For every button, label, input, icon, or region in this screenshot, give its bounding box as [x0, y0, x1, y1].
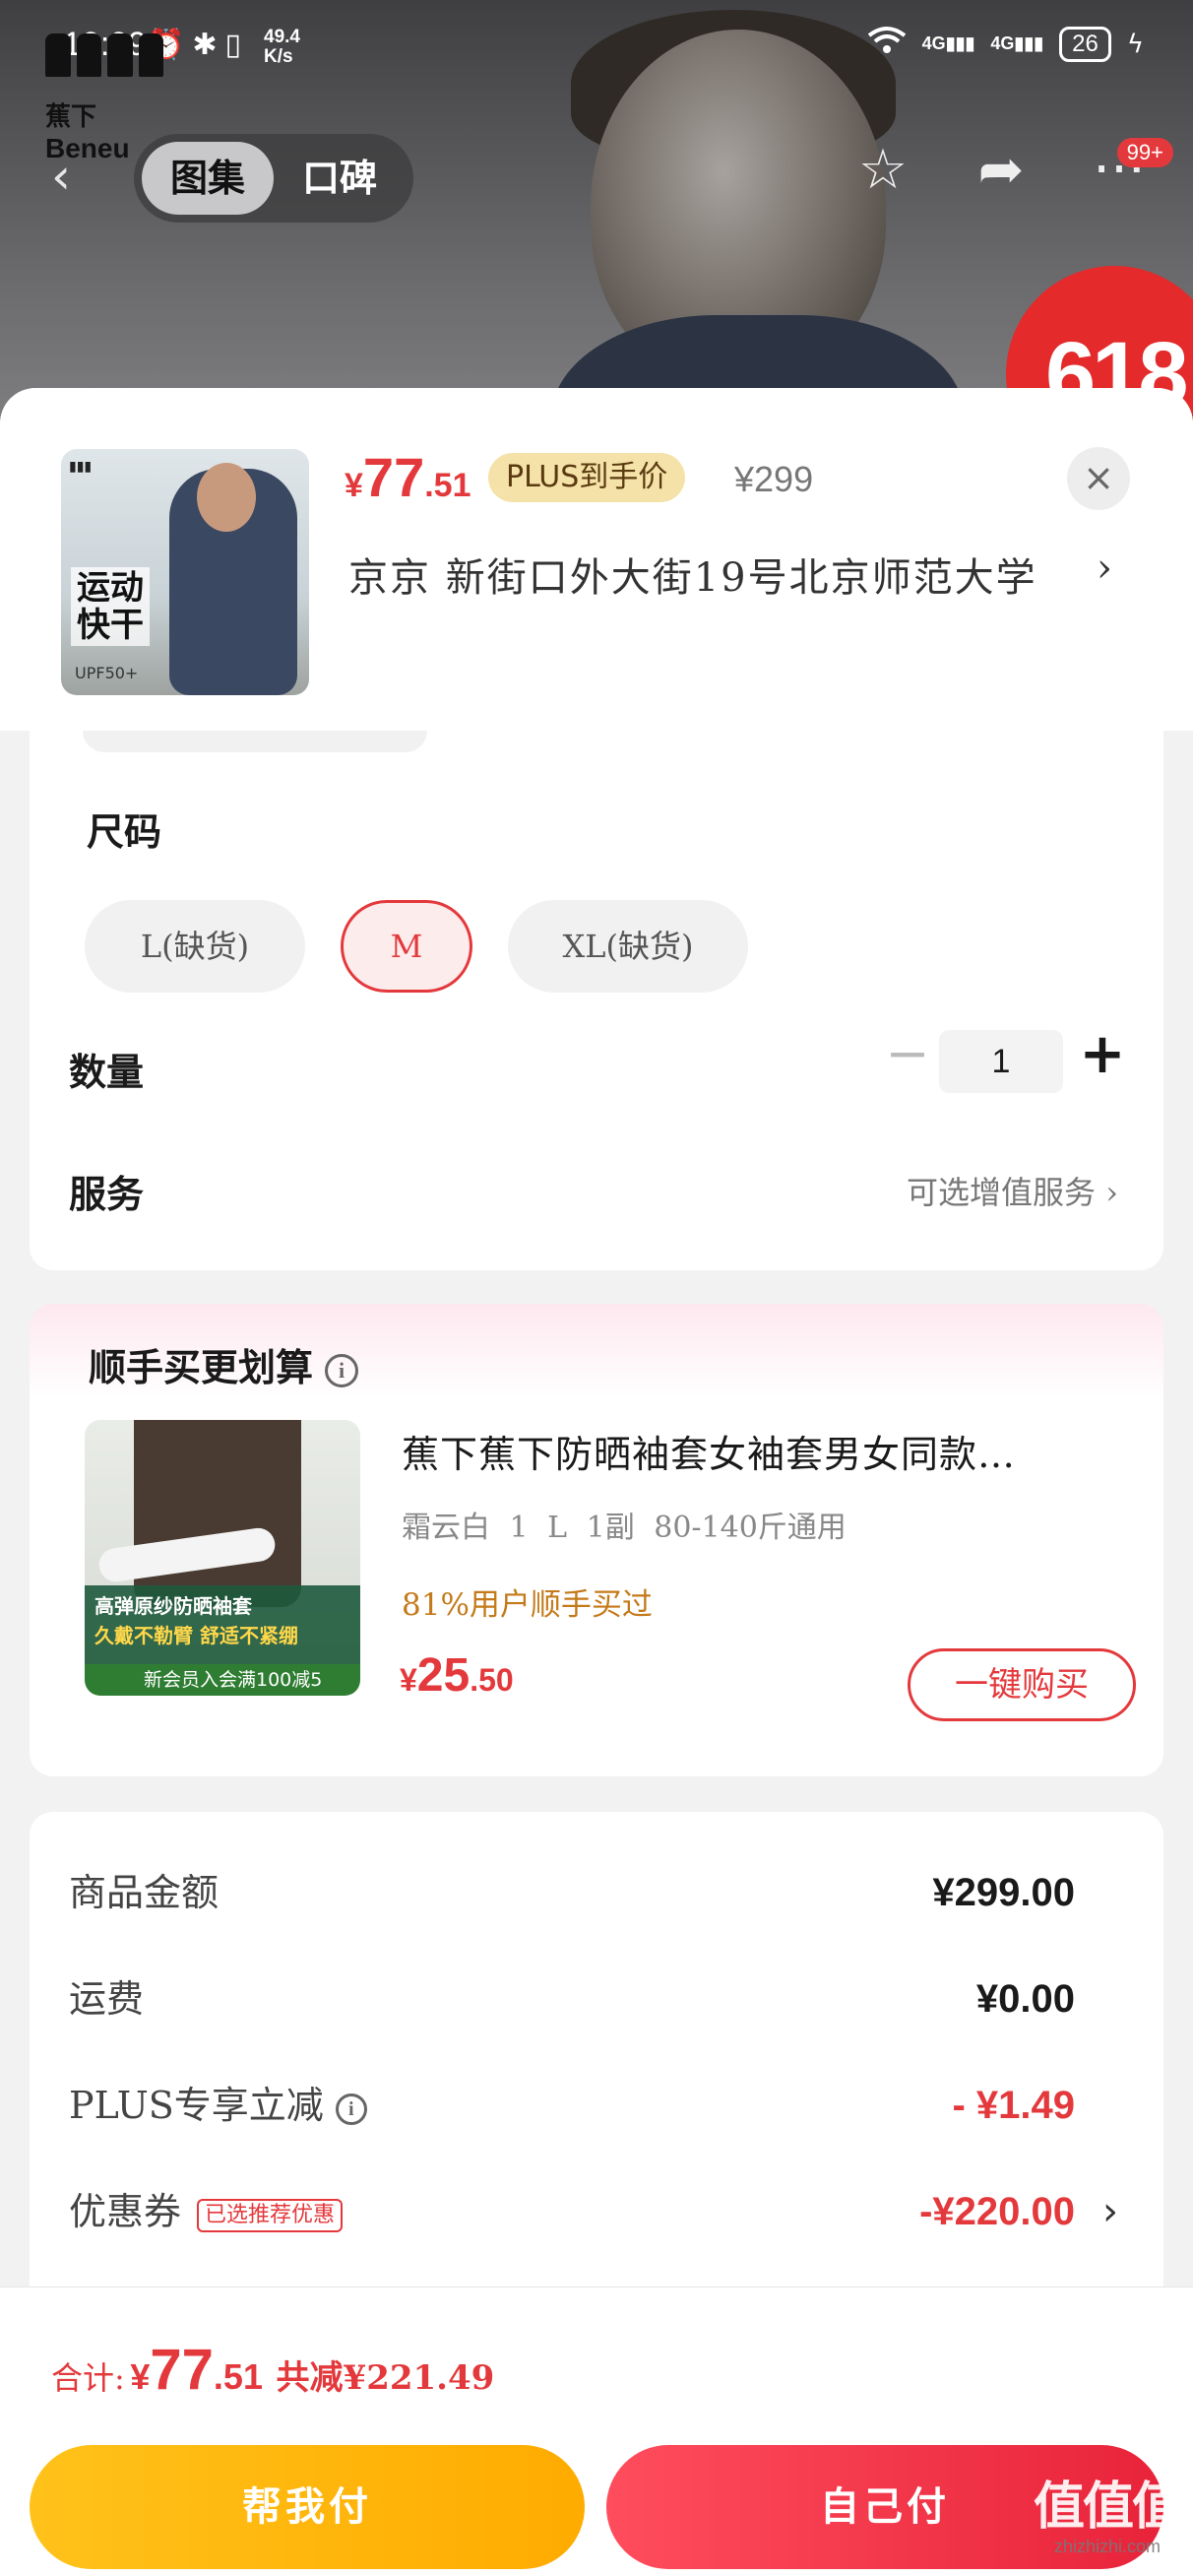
favorite-star-icon[interactable]: ☆ — [848, 138, 917, 202]
plus-price-tag: PLUS到手价 — [488, 453, 686, 502]
one-click-buy-button[interactable]: 一键购买 — [908, 1648, 1136, 1721]
price-row-shipping: 运费 ¥0.00 — [69, 1977, 1075, 2021]
size-option-m[interactable]: M — [341, 900, 472, 993]
total-saved: 共减¥221.49 — [276, 2358, 495, 2398]
tab-reviews[interactable]: 口碑 — [274, 142, 406, 215]
price-row-coupon[interactable]: 优惠券 已选推荐优惠 -¥220.00 › — [69, 2182, 1124, 2241]
bundle-product-name[interactable]: 蕉下蕉下防晒袖套女袖套男女同款… — [402, 1424, 1130, 1478]
chevron-right-icon: › — [1102, 2189, 1118, 2234]
thumb-brand-icon: ▮▮▮ — [69, 459, 93, 475]
size-option-xl[interactable]: XL(缺货) — [508, 900, 748, 993]
status-icons-right: 4G▮▮▮ 4G▮▮▮ 26 ϟ — [867, 26, 1144, 62]
size-option-l[interactable]: L(缺货) — [85, 900, 305, 993]
brand-mark-icon — [45, 33, 163, 77]
brand-name-cn: 蕉下 — [45, 102, 97, 132]
coupon-recommended-tag: 已选推荐优惠 — [197, 2198, 344, 2232]
media-tab-switcher: 图集 口碑 — [134, 134, 413, 223]
help-pay-button[interactable]: 帮我付 — [30, 2445, 585, 2569]
purchase-sheet: ▮▮▮ 运动 快干 UPF50+ ¥77.51 PLUS到手价 ¥299 × 京京… — [0, 388, 1193, 2576]
info-icon[interactable]: i — [335, 2093, 367, 2125]
thumb-upf: UPF50+ — [75, 664, 139, 682]
speed-unit: K/s — [264, 46, 293, 67]
price-row-plus-discount: PLUS专享立减 i - ¥1.49 — [69, 2084, 1075, 2127]
spec-card: 尺码 L(缺货) M XL(缺货) 数量 − 1 + 服务 可选增值服务 › — [30, 731, 1163, 1270]
bundle-product-image[interactable]: 高弹原纱防晒袖套 久戴不勒臂 舒适不紧绷 新会员入会满100减5 — [85, 1420, 360, 1696]
network-speed: 49.4 K/s — [264, 28, 300, 67]
speed-value: 49.4 — [264, 27, 300, 47]
bundle-price: ¥25.50 — [400, 1649, 514, 1702]
signal-icon-2: 4G▮▮▮ — [990, 33, 1044, 53]
tab-gallery[interactable]: 图集 — [142, 142, 274, 215]
color-option-partial[interactable] — [83, 731, 427, 752]
top-actions: ☆ ➦ ··· — [848, 138, 1154, 202]
watermark-logo: 值值值 zhizhizhi.com — [1033, 2478, 1183, 2556]
quantity-decrease-button[interactable]: − — [878, 1026, 937, 1085]
wifi-icon — [867, 26, 907, 62]
total-summary: 合计: ¥77.51 共减¥221.49 — [51, 2338, 495, 2402]
sheet-header: ▮▮▮ 运动 快干 UPF50+ ¥77.51 PLUS到手价 ¥299 × 京京… — [0, 388, 1193, 731]
back-arrow-icon[interactable]: ‹ — [51, 148, 71, 205]
bundle-title: 顺手买更划算 i — [89, 1337, 359, 1391]
share-icon[interactable]: ➦ — [967, 138, 1036, 202]
price-row-subtotal: 商品金额 ¥299.00 — [69, 1871, 1075, 1914]
quantity-increase-button[interactable]: + — [1073, 1024, 1132, 1087]
signal-icon-1: 4G▮▮▮ — [921, 33, 975, 53]
plus-price: ¥77.51 — [345, 446, 471, 508]
service-selector[interactable]: 可选增值服务 › — [907, 1168, 1118, 1213]
product-thumbnail[interactable]: ▮▮▮ 运动 快干 UPF50+ — [61, 449, 309, 695]
service-value: 可选增值服务 — [907, 1174, 1097, 1211]
bundle-bought-rate: 81%用户顺手买过 — [402, 1587, 653, 1623]
chevron-right-icon: › — [1097, 546, 1114, 591]
original-price: ¥299 — [734, 459, 814, 499]
charging-icon: ϟ — [1126, 29, 1144, 59]
quantity-input[interactable]: 1 — [939, 1030, 1063, 1093]
close-button[interactable]: × — [1067, 447, 1130, 510]
delivery-address[interactable]: 京京 新街口外大街19号北京师范大学 › — [348, 546, 1112, 603]
thumb-caption: 运动 快干 — [71, 567, 150, 646]
bundle-product-spec: 霜云白 1 L 1副 80-140斤通用 — [402, 1511, 847, 1545]
service-label: 服务 — [69, 1172, 145, 1216]
size-title: 尺码 — [87, 809, 162, 854]
quantity-label: 数量 — [69, 1050, 145, 1094]
address-text: 京京 新街口外大街19号北京师范大学 — [348, 555, 1037, 601]
bundle-img-footer: 新会员入会满100减5 — [85, 1664, 360, 1696]
bundle-img-caption: 高弹原纱防晒袖套 久戴不勒臂 舒适不紧绷 — [85, 1585, 360, 1664]
thumb-face — [197, 463, 256, 532]
size-options: L(缺货) M XL(缺货) — [85, 900, 748, 993]
chevron-right-icon: › — [1105, 1174, 1118, 1211]
bundle-card: 顺手买更划算 i 高弹原纱防晒袖套 久戴不勒臂 舒适不紧绷 新会员入会满100减5 … — [30, 1304, 1163, 1776]
battery-icon: 26 — [1059, 26, 1111, 62]
bundle-img-shirt — [134, 1420, 301, 1607]
price-breakdown: 商品金额 ¥299.00 运费 ¥0.00 PLUS专享立减 i - ¥1.49 … — [30, 1812, 1163, 2363]
info-icon[interactable]: i — [325, 1353, 359, 1387]
notification-badge: 99+ — [1116, 138, 1173, 167]
checkout-footer: 合计: ¥77.51 共减¥221.49 帮我付 自己付 — [0, 2286, 1193, 2576]
